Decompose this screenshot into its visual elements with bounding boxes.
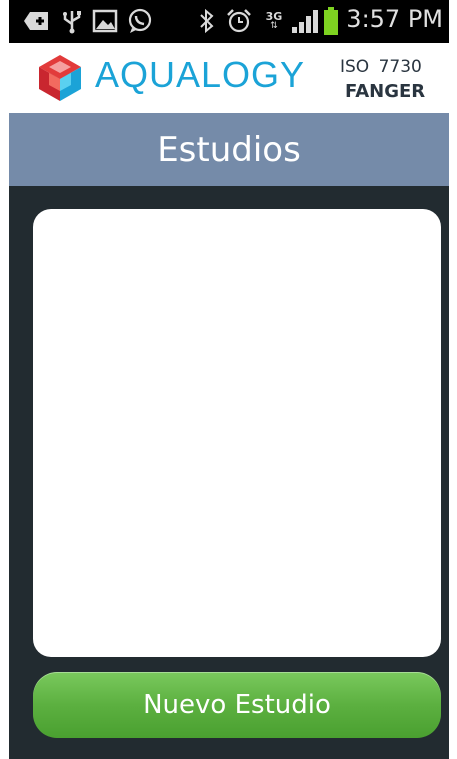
app-screen: 3G ⇅ 3:57 PM AQUALOGY ISO 7730 FANGER Es… <box>9 0 449 759</box>
battery-icon <box>323 7 339 35</box>
fanger-method-label: FANGER <box>345 81 426 102</box>
image-icon <box>91 8 119 34</box>
add-notification-icon <box>23 8 51 34</box>
data-arrows-icon: ⇅ <box>270 21 278 31</box>
signal-icon <box>291 8 319 34</box>
network-3g-icon: 3G ⇅ <box>263 8 285 34</box>
brand-name: AQUALOGY <box>95 54 306 95</box>
iso-standard-label: ISO 7730 <box>340 57 422 77</box>
new-study-button[interactable]: Nuevo Estudio <box>33 672 441 738</box>
studies-list[interactable] <box>33 209 441 657</box>
title-bar: Estudios <box>9 113 449 186</box>
whatsapp-icon <box>126 8 154 34</box>
status-time: 3:57 PM <box>346 5 443 33</box>
bluetooth-icon <box>197 8 217 34</box>
status-bar: 3G ⇅ 3:57 PM <box>9 0 449 43</box>
page-title: Estudios <box>157 129 301 170</box>
alarm-icon <box>225 8 253 34</box>
brand-header: AQUALOGY ISO 7730 FANGER <box>9 43 449 113</box>
usb-icon <box>61 8 83 34</box>
aqualogy-logo-icon <box>35 53 85 107</box>
new-study-label: Nuevo Estudio <box>143 690 331 720</box>
